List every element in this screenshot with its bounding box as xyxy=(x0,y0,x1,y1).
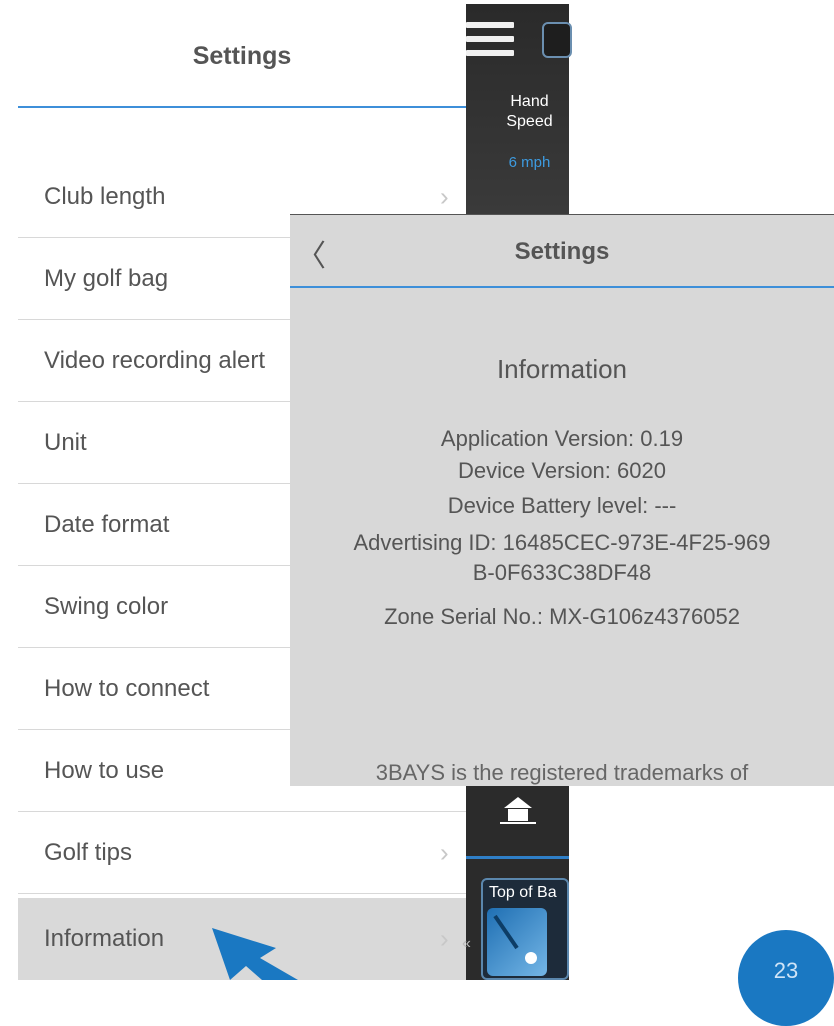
background-app-bottom: « Top of Ba xyxy=(462,785,569,980)
thumbnail-image xyxy=(487,908,547,976)
trademark-text: 3BAYS is the registered trademarks of xyxy=(375,760,749,785)
menu-item-label: Date format xyxy=(44,510,170,538)
hand-speed-value: 6 mph xyxy=(508,154,551,171)
chevron-right-icon: › xyxy=(440,181,449,211)
top-divider xyxy=(290,214,834,215)
zone-serial-text: Zone Serial No.: MX-G106z4376052 xyxy=(384,604,740,629)
home-icon[interactable] xyxy=(498,795,538,825)
golf-club-icon xyxy=(493,914,537,964)
hamburger-menu-icon[interactable] xyxy=(466,22,514,64)
dialog-title: Settings xyxy=(514,238,610,265)
menu-item-label: Swing color xyxy=(44,592,169,620)
title-divider xyxy=(18,106,466,108)
menu-item-label: How to connect xyxy=(44,674,210,702)
title-divider xyxy=(290,286,834,288)
pointer-arrow-icon xyxy=(212,928,298,980)
menu-item-label: Information xyxy=(44,925,165,952)
page-number: 23 xyxy=(773,958,799,983)
thumbnail-label: Top of Ba xyxy=(489,884,557,901)
menu-item-label: My golf bag xyxy=(44,264,169,292)
background-app-top: Hand Speed 6 mph xyxy=(466,4,572,214)
app-version-text: Application Version: 0.19 xyxy=(440,426,684,451)
page-title: Settings xyxy=(192,42,292,70)
device-version-text: Device Version: 6020 xyxy=(458,458,666,483)
menu-item-label: Golf tips xyxy=(44,838,133,866)
swing-thumbnail-card[interactable]: Top of Ba xyxy=(481,878,569,980)
camera-icon[interactable] xyxy=(542,22,572,58)
menu-item-golf-tips[interactable]: Golf tips › xyxy=(18,812,466,894)
chevron-right-icon: › xyxy=(440,923,449,954)
page-number-badge: 23 xyxy=(738,930,834,1026)
information-heading: Information xyxy=(496,354,628,384)
double-chevron-left-icon[interactable]: « xyxy=(462,935,471,953)
hand-speed-label: Hand Speed xyxy=(506,93,553,130)
advertising-id-text-cont: B-0F633C38DF48 xyxy=(472,560,652,585)
information-dialog: 〈 Settings Information Application Versi… xyxy=(290,214,834,786)
menu-item-label: Club length xyxy=(44,182,166,210)
menu-item-label: Video recording alert xyxy=(44,346,266,374)
battery-level-text: Device Battery level: --- xyxy=(447,493,677,518)
blue-divider xyxy=(466,856,569,859)
menu-item-label: How to use xyxy=(44,756,165,784)
chevron-right-icon: › xyxy=(440,837,449,867)
menu-item-label: Unit xyxy=(44,428,87,456)
advertising-id-text: Advertising ID: 16485CEC-973E-4F25-969 xyxy=(353,530,771,555)
